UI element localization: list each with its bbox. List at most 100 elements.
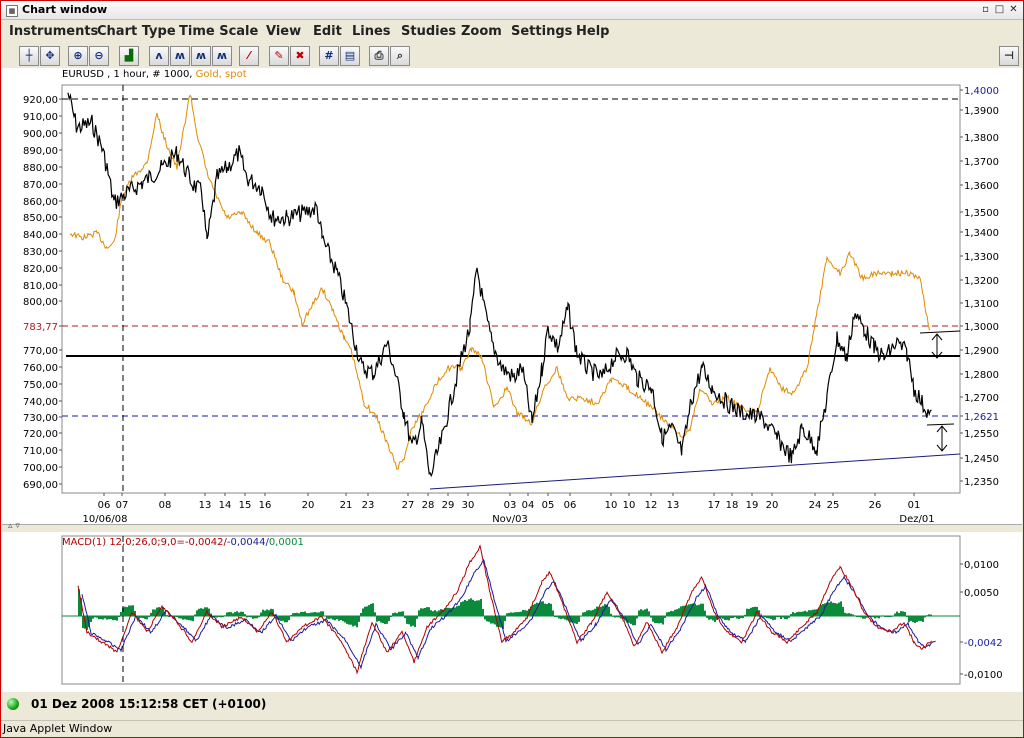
line-chart-1-icon[interactable]: ʌ (149, 46, 169, 66)
crosshair-icon[interactable]: ┼ (19, 46, 39, 66)
macd-histogram-bar (588, 610, 590, 616)
macd-histogram-bar (318, 612, 320, 616)
menu-bar: Instruments Chart Type Time Scale View E… (1, 21, 1023, 43)
macd-histogram-bar (912, 616, 914, 623)
macd-histogram-bar (464, 600, 466, 616)
price-chart-panel[interactable]: EURUSD , 1 hour, # 1000, Gold, spot 920,… (2, 68, 1022, 538)
macd-histogram-bar (332, 616, 334, 620)
macd-histogram-bar (492, 616, 494, 624)
menu-settings[interactable]: Settings (511, 24, 572, 39)
macd-histogram-bar (152, 609, 154, 616)
macd-histogram-bar (480, 599, 482, 616)
applet-label: Java Applet Window (3, 722, 113, 735)
macd-histogram-bar (202, 608, 204, 616)
macd-histogram-bar (372, 603, 374, 616)
grid-settings-icon[interactable]: ▤ (340, 46, 360, 66)
restore-icon[interactable]: ▫ (979, 3, 992, 16)
macd-histogram-bar (904, 611, 906, 616)
menu-chart-type[interactable]: Chart Type (97, 24, 176, 39)
left-axis-label: 920,00 (23, 95, 58, 106)
left-axis-label: 910,00 (23, 112, 58, 123)
time-axis-label: 14 (219, 500, 232, 511)
macd-histogram-bar (552, 610, 554, 616)
left-axis-label: 840,00 (23, 230, 58, 241)
macd-histogram-bar (314, 612, 316, 616)
menu-edit[interactable]: Edit (313, 24, 342, 39)
left-axis-label: 890,00 (23, 146, 58, 157)
trendline-icon[interactable]: ⁄ (239, 46, 259, 66)
maximize-icon[interactable]: □ (993, 3, 1006, 16)
zoom-out-icon[interactable]: ⊖ (89, 46, 109, 66)
time-axis-label: 18 (726, 500, 739, 511)
price-chart[interactable]: EURUSD , 1 hour, # 1000, Gold, spot 920,… (2, 68, 1022, 538)
left-axis-label: 783,77 (23, 322, 58, 333)
macd-histogram-bar (802, 611, 804, 616)
macd-histogram-bar (696, 605, 698, 616)
left-axis-label: 870,00 (23, 180, 58, 191)
time-axis-label: 27 (402, 500, 415, 511)
macd-histogram-bar (680, 606, 682, 616)
macd-histogram-bar (658, 616, 660, 624)
macd-histogram-bar (678, 608, 680, 616)
delete-icon[interactable]: ✖ (290, 46, 310, 66)
macd-histogram-bar (454, 607, 456, 616)
macd-histogram-bar (358, 616, 360, 622)
title-bar[interactable]: ▦ Chart window ▫ □ ✕ (1, 1, 1023, 20)
macd-histogram-bar (398, 611, 400, 616)
time-axis-label: 10 (605, 500, 618, 511)
window-title: Chart window (22, 3, 108, 16)
macd-histogram-bar (638, 610, 640, 616)
menu-instruments[interactable]: Instruments (9, 24, 98, 39)
macd-histogram-bar (380, 616, 382, 623)
line-chart-4-icon[interactable]: ʍ (212, 46, 232, 66)
macd-histogram-bar (412, 616, 414, 626)
print-preview-icon[interactable]: ⌕ (390, 46, 410, 66)
right-axis-label: 1,3400 (964, 228, 999, 239)
legend-symbol: EURUSD , 1 hour, # 1000, Gold, spot (62, 69, 247, 80)
menu-view[interactable]: View (266, 24, 301, 39)
hand-cursor-icon[interactable]: ✥ (40, 46, 60, 66)
line-chart-2-icon[interactable]: ʍ (170, 46, 190, 66)
macd-histogram-bar (310, 612, 312, 616)
macd-histogram-bar (478, 600, 480, 616)
time-axis-label: 03 (504, 500, 517, 511)
macd-histogram-bar (366, 606, 368, 616)
macd-histogram-bar (236, 611, 238, 616)
menu-zoom[interactable]: Zoom (461, 24, 502, 39)
macd-histogram-bar (708, 616, 710, 620)
menu-help[interactable]: Help (576, 24, 609, 39)
macd-histogram-bar (714, 616, 716, 622)
time-axis-label: 04 (522, 500, 535, 511)
macd-chart[interactable]: MACD(1) 12,0;26,0;9,0=-0,0042/-0,0044/0,… (2, 532, 1022, 692)
macd-histogram-bar (406, 616, 408, 624)
macd-histogram-bar (192, 616, 194, 622)
macd-panel[interactable]: MACD(1) 12,0;26,0;9,0=-0,0042/-0,0044/0,… (2, 532, 1022, 692)
macd-histogram-bar (242, 611, 244, 616)
macd-histogram-bar (634, 616, 636, 626)
collapse-icon[interactable]: ▵ ▿ (8, 521, 20, 531)
time-axis-label: 13 (199, 500, 212, 511)
macd-histogram-bar (188, 616, 190, 621)
status-datetime: 01 Dez 2008 15:12:58 CET (+0100) (31, 697, 267, 711)
pin-icon[interactable]: ⊣ (999, 46, 1019, 66)
macd-histogram-bar (798, 611, 800, 616)
line-chart-3-icon[interactable]: ʍ (191, 46, 211, 66)
macd-histogram-bar (908, 616, 910, 623)
macd-histogram-bar (628, 616, 630, 623)
menu-studies[interactable]: Studies (401, 24, 456, 39)
menu-time-scale[interactable]: Time Scale (179, 24, 258, 39)
macd-histogram-bar (800, 611, 802, 616)
macd-histogram-bar (82, 616, 84, 629)
macd-histogram-bar (102, 616, 104, 620)
grid-icon[interactable]: # (319, 46, 339, 66)
bar-chart-icon[interactable]: ▟ (119, 46, 139, 66)
close-icon[interactable]: ✕ (1007, 3, 1020, 16)
zoom-in-icon[interactable]: ⊕ (68, 46, 88, 66)
macd-histogram-bar (486, 616, 488, 622)
macd-histogram-bar (550, 603, 552, 616)
menu-lines[interactable]: Lines (352, 24, 391, 39)
macd-histogram-bar (832, 602, 834, 616)
left-axis-label: 720,00 (23, 429, 58, 440)
print-icon[interactable]: ⎙ (369, 46, 389, 66)
pencil-icon[interactable]: ✎ (269, 46, 289, 66)
